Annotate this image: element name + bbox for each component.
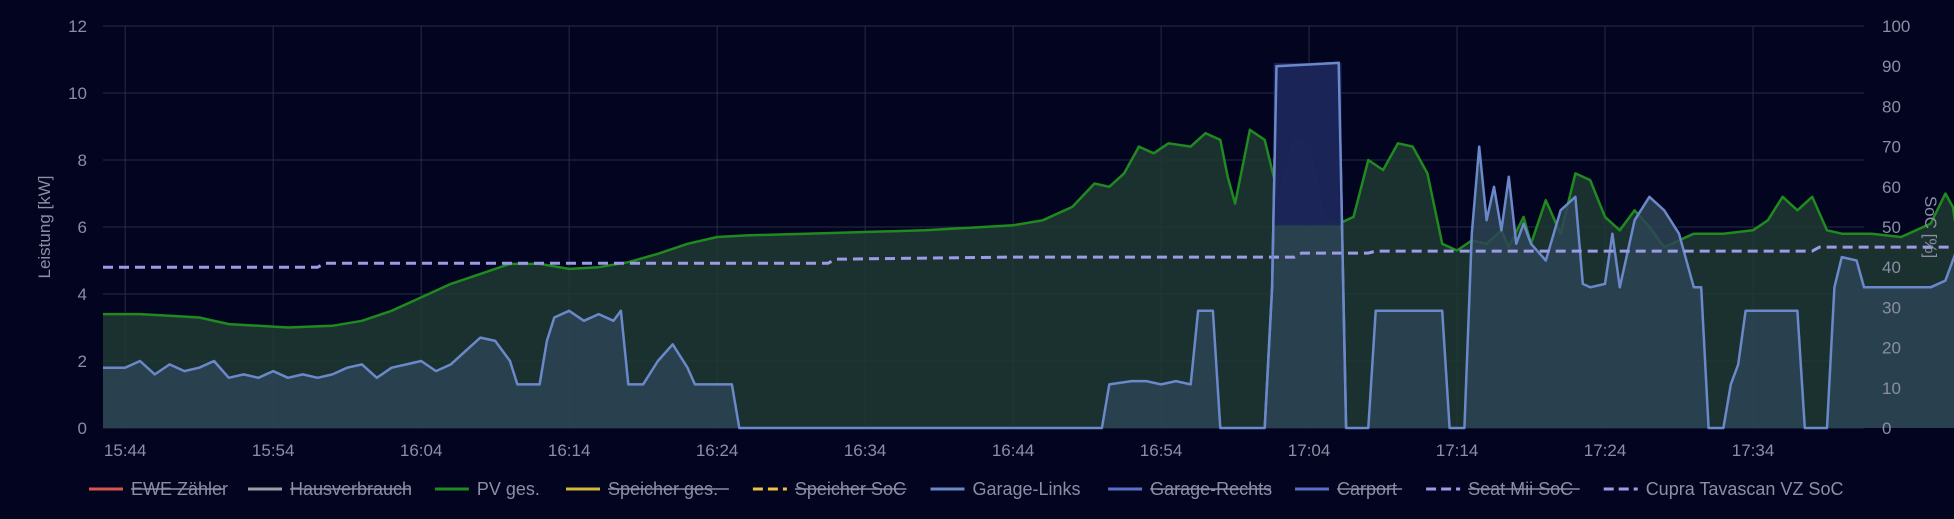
chart-canvas: 0 2 4 6 8 10 12 0 10 20 30 40 50 60 70 80 90 100 15:44 15:5… [35, 17, 1954, 499]
legend-item-speicher-soc[interactable]: Speicher SoC [752, 479, 907, 499]
x-tick-label: 16:44 [992, 441, 1035, 460]
legend-item-hausverbrauch[interactable]: Hausverbrauch [248, 479, 412, 499]
y-right-tick-label: 40 [1882, 258, 1901, 277]
y-right-tick-label: 60 [1882, 178, 1901, 197]
y-right-tick-label: 80 [1882, 97, 1901, 116]
legend-label: Garage-Links [973, 479, 1081, 499]
legend-item-carport[interactable]: Carport [1295, 479, 1403, 499]
y-right-tick-label: 0 [1882, 419, 1891, 438]
legend-item-speicher-ges-[interactable]: Speicher ges. [566, 479, 729, 499]
x-tick-label: 17:14 [1436, 441, 1479, 460]
y-left-tick-label: 0 [78, 419, 87, 438]
y-right-tick-label: 20 [1882, 339, 1901, 358]
legend-item-garage-links[interactable]: Garage-Links [930, 479, 1081, 499]
y-left-axis-title: Leistung [kW] [35, 176, 54, 279]
legend-item-garage-rechts[interactable]: Garage-Rechts [1108, 479, 1272, 499]
y-right-tick-label: 90 [1882, 57, 1901, 76]
x-tick-label: 16:54 [1140, 441, 1183, 460]
y-right-axis-title: SoC [%] [1921, 196, 1940, 258]
legend-item-ewe-z-hler[interactable]: EWE Zähler [89, 479, 228, 499]
x-tick-label: 17:04 [1288, 441, 1331, 460]
y-left-tick-label: 2 [78, 352, 87, 371]
series-area [103, 61, 1954, 430]
y-left-tick-label: 8 [78, 151, 87, 170]
x-tick-label: 16:24 [696, 441, 739, 460]
spike-highlight [1273, 62, 1342, 226]
y-right-tick-label: 70 [1882, 138, 1901, 157]
x-tick-label: 15:54 [252, 441, 295, 460]
x-tick-label: 16:14 [548, 441, 591, 460]
legend-label: Cupra Tavascan VZ SoC [1646, 479, 1844, 499]
x-tick-label: 17:24 [1584, 441, 1627, 460]
y-right-tick-label: 100 [1882, 17, 1910, 36]
y-right-tick-label: 30 [1882, 298, 1901, 317]
x-tick-label: 16:34 [844, 441, 887, 460]
x-tick-label: 15:44 [104, 441, 147, 460]
y-left-tick-label: 4 [78, 285, 87, 304]
y-right-tick-label: 50 [1882, 218, 1901, 237]
legend: EWE Zähler Hausverbrauch PV ges. Speicher g… [89, 479, 1843, 499]
x-tick-label: 16:04 [400, 441, 443, 460]
power-chart: 0 2 4 6 8 10 12 0 10 20 30 40 50 60 70 80 90 100 15:44 15:5… [0, 0, 1954, 514]
y-left-tick-label: 6 [78, 218, 87, 237]
legend-item-pv-ges-[interactable]: PV ges. [434, 479, 540, 499]
x-tick-label: 17:34 [1732, 441, 1775, 460]
y-left-tick-label: 10 [68, 84, 87, 103]
y-right-tick-label: 10 [1882, 379, 1901, 398]
legend-item-seat-mii-soc[interactable]: Seat Mii SoC [1426, 479, 1580, 499]
legend-label: PV ges. [477, 479, 540, 499]
legend-item-cupra-tavascan-vz-soc[interactable]: Cupra Tavascan VZ SoC [1603, 479, 1844, 499]
y-left-tick-label: 12 [68, 17, 87, 36]
